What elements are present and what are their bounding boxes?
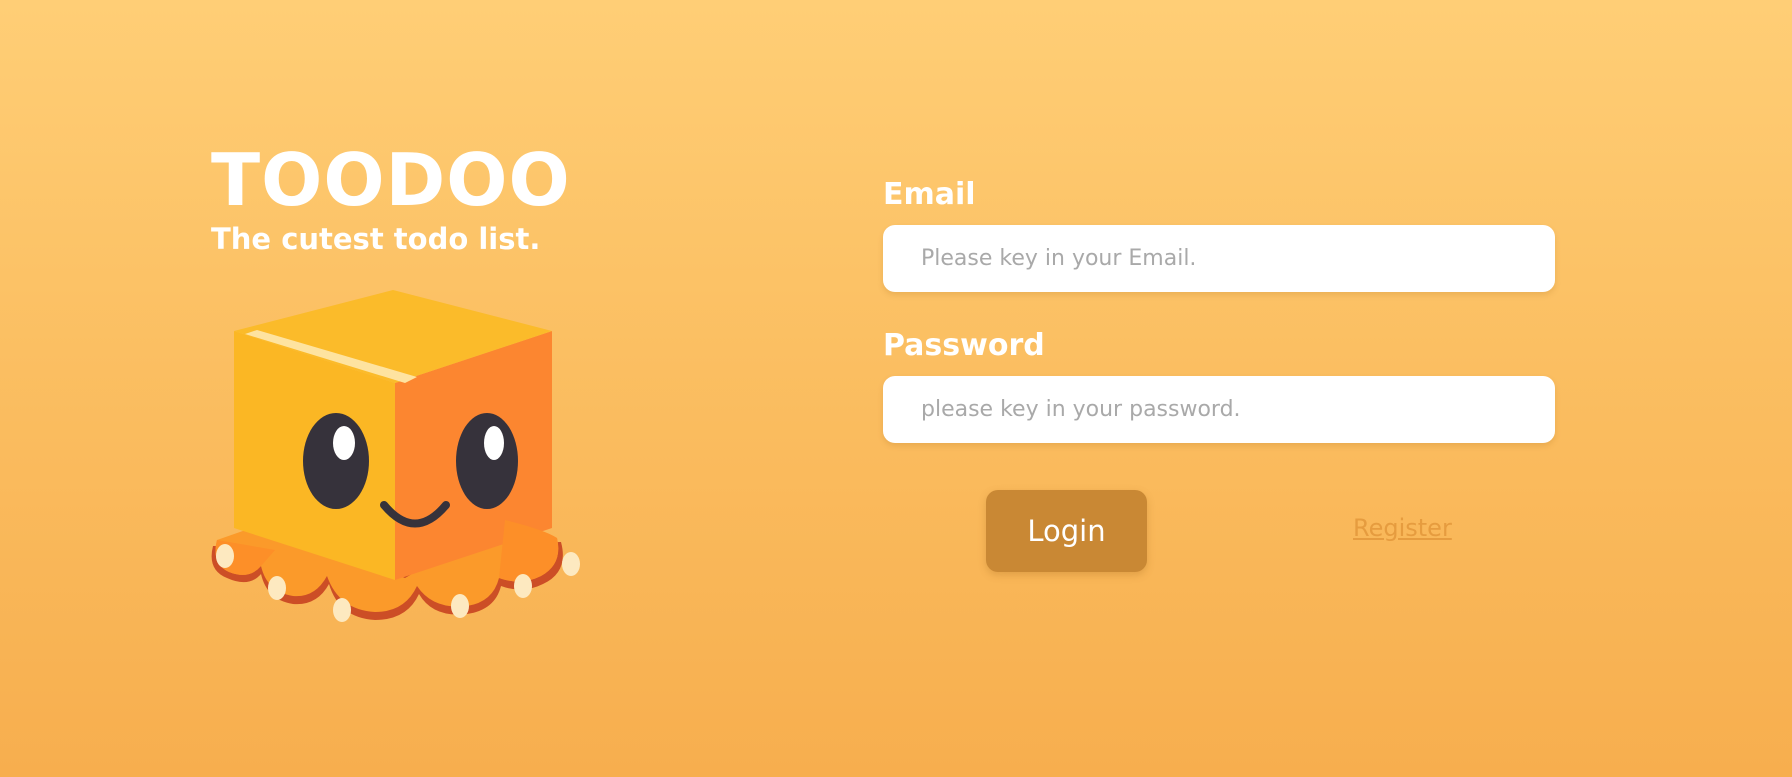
email-group: Email xyxy=(883,175,1555,292)
app-title: TOODOO xyxy=(211,138,571,222)
password-input[interactable] xyxy=(883,376,1555,443)
email-label: Email xyxy=(883,177,976,212)
login-button[interactable]: Login xyxy=(986,490,1147,572)
box-octopus-mascot-icon xyxy=(211,290,580,622)
email-input[interactable] xyxy=(883,225,1555,292)
login-form: Email Password Login Register xyxy=(883,175,1555,574)
brand-block: TOODOO The cutest todo list. xyxy=(211,138,571,256)
register-link[interactable]: Register xyxy=(1353,514,1452,542)
password-label: Password xyxy=(883,328,1045,363)
password-group: Password xyxy=(883,326,1555,443)
app-tagline: The cutest todo list. xyxy=(211,222,541,256)
form-actions: Login Register xyxy=(883,490,1555,574)
